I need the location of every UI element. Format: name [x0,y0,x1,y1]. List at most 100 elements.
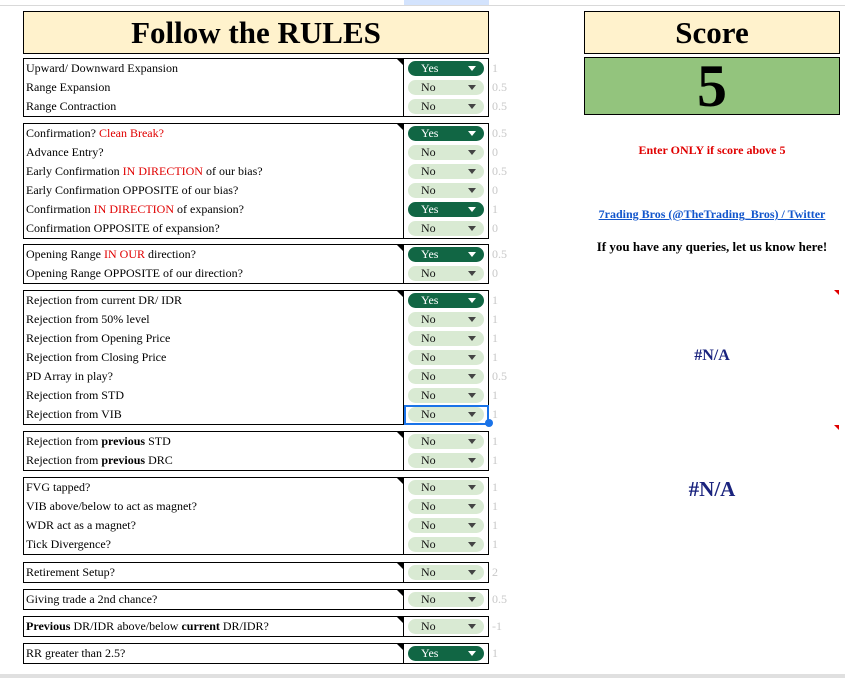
dropdown-cell[interactable]: No [404,563,489,582]
yes-no-dropdown[interactable]: No [408,164,484,179]
chevron-down-icon[interactable] [468,66,476,71]
yes-no-dropdown[interactable]: No [408,145,484,160]
chevron-down-icon[interactable] [468,439,476,444]
yes-no-dropdown[interactable]: Yes [408,202,484,217]
chevron-down-icon[interactable] [468,651,476,656]
twitter-link[interactable]: 7rading Bros (@TheTrading_Bros) / Twitte… [584,207,840,222]
selection-fill-handle[interactable] [485,419,493,427]
dropdown-cell[interactable]: No [404,97,489,116]
yes-no-dropdown[interactable]: No [408,434,484,449]
chevron-down-icon[interactable] [468,624,476,629]
yes-no-dropdown[interactable]: No [408,499,484,514]
yes-no-dropdown[interactable]: Yes [408,61,484,76]
dropdown-cell[interactable]: No [404,348,489,367]
dropdown-cell[interactable]: No [404,405,489,424]
yes-no-dropdown[interactable]: Yes [408,126,484,141]
dropdown-cell[interactable]: No [404,264,489,283]
chevron-down-icon[interactable] [468,317,476,322]
dropdown-cell[interactable]: Yes [404,291,489,310]
note-indicator[interactable] [397,590,403,596]
chevron-down-icon[interactable] [468,226,476,231]
chevron-down-icon[interactable] [468,412,476,417]
yes-no-dropdown[interactable]: No [408,350,484,365]
note-indicator[interactable] [397,245,403,251]
chevron-down-icon[interactable] [468,298,476,303]
chevron-down-icon[interactable] [468,252,476,257]
note-indicator[interactable] [397,478,403,484]
note-indicator[interactable] [397,432,403,438]
chevron-down-icon[interactable] [468,597,476,602]
chevron-down-icon[interactable] [468,271,476,276]
yes-no-dropdown[interactable]: No [408,369,484,384]
note-indicator[interactable] [397,124,403,130]
yes-no-dropdown[interactable]: No [408,407,484,422]
dropdown-cell[interactable]: Yes [404,124,489,143]
comment-indicator[interactable] [834,290,839,295]
yes-no-dropdown[interactable]: No [408,518,484,533]
yes-no-dropdown[interactable]: No [408,592,484,607]
chevron-down-icon[interactable] [468,336,476,341]
chevron-down-icon[interactable] [468,485,476,490]
dropdown-cell[interactable]: No [404,310,489,329]
chevron-down-icon[interactable] [468,355,476,360]
dropdown-cell[interactable]: No [404,219,489,238]
horizontal-scrollbar[interactable] [0,674,845,678]
dropdown-cell[interactable]: No [404,516,489,535]
yes-no-dropdown[interactable]: No [408,537,484,552]
dropdown-cell[interactable]: No [404,451,489,470]
chevron-down-icon[interactable] [468,504,476,509]
chevron-down-icon[interactable] [468,542,476,547]
dropdown-cell[interactable]: No [404,329,489,348]
yes-no-dropdown[interactable]: No [408,565,484,580]
yes-no-dropdown[interactable]: Yes [408,247,484,262]
dropdown-cell[interactable]: No [404,78,489,97]
note-indicator[interactable] [397,291,403,297]
yes-no-dropdown[interactable]: No [408,221,484,236]
dropdown-cell[interactable]: No [404,367,489,386]
chevron-down-icon[interactable] [468,393,476,398]
score-value-cell[interactable]: 5 [584,53,840,119]
yes-no-dropdown[interactable]: No [408,453,484,468]
dropdown-cell[interactable]: No [404,432,489,451]
note-indicator[interactable] [397,59,403,65]
note-indicator[interactable] [397,644,403,650]
dropdown-cell[interactable]: No [404,162,489,181]
chevron-down-icon[interactable] [468,150,476,155]
yes-no-dropdown[interactable]: No [408,331,484,346]
yes-no-dropdown[interactable]: Yes [408,293,484,308]
dropdown-cell[interactable]: No [404,478,489,497]
chevron-down-icon[interactable] [468,570,476,575]
dropdown-cell[interactable]: No [404,617,489,636]
chevron-down-icon[interactable] [468,131,476,136]
note-indicator[interactable] [397,563,403,569]
dropdown-cell[interactable]: No [404,386,489,405]
chevron-down-icon[interactable] [468,104,476,109]
chevron-down-icon[interactable] [468,374,476,379]
chevron-down-icon[interactable] [468,85,476,90]
yes-no-dropdown[interactable]: Yes [408,646,484,661]
chevron-down-icon[interactable] [468,458,476,463]
dropdown-cell[interactable]: Yes [404,200,489,219]
dropdown-cell[interactable]: No [404,181,489,200]
yes-no-dropdown[interactable]: No [408,183,484,198]
dropdown-cell[interactable]: No [404,497,489,516]
dropdown-cell[interactable]: Yes [404,245,489,264]
yes-no-dropdown[interactable]: No [408,388,484,403]
yes-no-dropdown[interactable]: No [408,80,484,95]
dropdown-cell[interactable]: Yes [404,644,489,663]
yes-no-dropdown[interactable]: No [408,99,484,114]
yes-no-dropdown[interactable]: No [408,312,484,327]
yes-no-dropdown[interactable]: No [408,266,484,281]
comment-indicator[interactable] [834,425,839,430]
yes-no-dropdown[interactable]: No [408,619,484,634]
note-indicator[interactable] [397,617,403,623]
chevron-down-icon[interactable] [468,188,476,193]
chevron-down-icon[interactable] [468,169,476,174]
chevron-down-icon[interactable] [468,207,476,212]
yes-no-dropdown[interactable]: No [408,480,484,495]
dropdown-cell[interactable]: No [404,143,489,162]
dropdown-cell[interactable]: No [404,535,489,554]
chevron-down-icon[interactable] [468,523,476,528]
dropdown-cell[interactable]: No [404,590,489,609]
dropdown-cell[interactable]: Yes [404,59,489,78]
